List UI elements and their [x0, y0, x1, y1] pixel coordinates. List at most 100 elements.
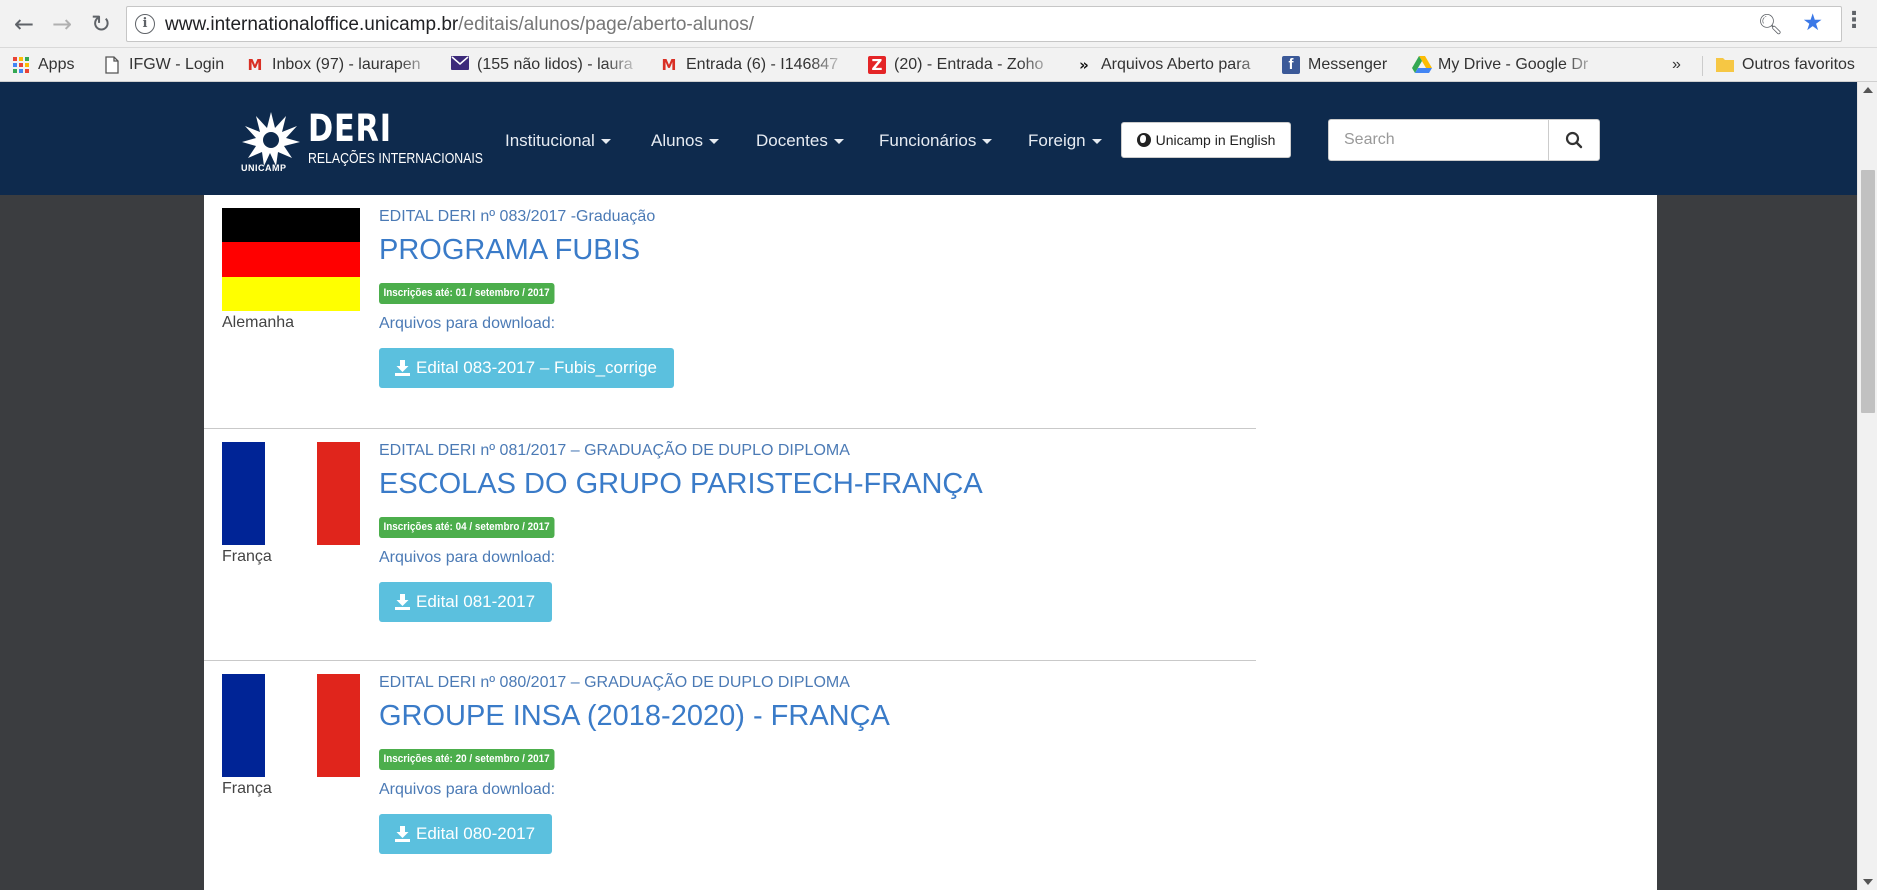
bookmark-nao-lidos[interactable]: (155 não lidos) - laura [451, 54, 643, 76]
bookmark-arquivos[interactable]: » Arquivos Aberto para [1075, 54, 1275, 76]
nav-label: Alunos [651, 131, 703, 150]
edital-entry: França EDITAL DERI nº 081/2017 – GRADUAÇ… [204, 428, 1256, 662]
logo-unicamp-text: UNICAMP [241, 163, 287, 173]
search-button[interactable] [1548, 119, 1600, 161]
france-flag-image [222, 442, 360, 545]
unicamp-in-english-button[interactable]: Unicamp in English [1121, 122, 1291, 158]
bookmark-label: Messenger [1308, 56, 1388, 73]
program-title-link[interactable]: PROGRAMA FUBIS [379, 234, 640, 267]
germany-flag-image [222, 208, 360, 311]
zoom-icon[interactable]: 🔍︎ [1758, 12, 1783, 36]
bookmark-zoho[interactable]: Z (20) - Entrada - Zoho [868, 54, 1058, 76]
gmail-icon: M [247, 56, 263, 74]
country-label: Alemanha [222, 314, 295, 331]
edital-code: EDITAL DERI nº 080/2017 – GRADUAÇÃO DE D… [379, 674, 850, 691]
logo-title: DERI [308, 107, 392, 150]
nav-label: Institucional [505, 131, 595, 150]
caret-down-icon [982, 139, 993, 145]
bookmark-label: Inbox (97) - laurapen [272, 56, 421, 73]
bookmark-label: (20) - Entrada - Zoho [894, 56, 1044, 73]
info-icon[interactable]: i [135, 14, 155, 34]
bookmark-label: Apps [38, 56, 75, 73]
download-button-label: Edital 081-2017 [416, 592, 536, 611]
search-input[interactable] [1328, 119, 1548, 161]
page-scrollbar[interactable] [1857, 82, 1877, 890]
gmail-icon: M [661, 56, 677, 74]
download-edital-button[interactable]: Edital 081-2017 [379, 582, 553, 622]
download-icon [395, 360, 410, 376]
bookmark-entrada[interactable]: M Entrada (6) - I146847 [660, 54, 848, 76]
bookmark-my-drive[interactable]: My Drive - Google Dr [1412, 54, 1602, 76]
download-button-label: Edital 080-2017 [416, 824, 536, 843]
bookmark-label: My Drive - Google Dr [1438, 56, 1589, 73]
forward-arrow-icon[interactable]: → [48, 10, 76, 38]
bookmark-label: Arquivos Aberto para [1101, 56, 1251, 73]
download-label: Arquivos para download: [379, 781, 556, 798]
bookmarks-bar: Apps IFGW - Login M Inbox (97) - laurape… [0, 48, 1877, 82]
download-icon [395, 826, 410, 842]
zoho-icon: Z [868, 56, 886, 74]
nav-foreign[interactable]: Foreign [1028, 131, 1102, 151]
france-flag-image [222, 674, 360, 777]
lang-button-label: Unicamp in English [1155, 132, 1276, 148]
bookmark-label: Outros favoritos [1742, 56, 1855, 73]
unicamp-logo-icon[interactable] [240, 108, 302, 170]
caret-down-icon [833, 139, 844, 145]
facebook-icon: f [1282, 56, 1300, 74]
browser-menu-icon[interactable]: ⋮ [1843, 8, 1865, 33]
download-edital-button[interactable]: Edital 080-2017 [379, 814, 553, 854]
nav-funcionarios[interactable]: Funcionários [879, 131, 993, 151]
nav-docentes[interactable]: Docentes [756, 131, 844, 151]
bookmark-star-icon[interactable]: ★ [1802, 10, 1823, 36]
caret-down-icon [600, 139, 611, 145]
program-title-link[interactable]: ESCOLAS DO GRUPO PARISTECH-FRANÇA [379, 468, 983, 501]
bookmark-inbox-gmail[interactable]: M Inbox (97) - laurapen [246, 54, 436, 76]
url-path: /editais/alunos/page/aberto-alunos/ [458, 14, 755, 35]
url-domain: www.internationaloffice.unicamp.br [165, 14, 459, 35]
nav-institucional[interactable]: Institucional [505, 131, 611, 151]
nav-alunos[interactable]: Alunos [651, 131, 719, 151]
scroll-up-arrow-icon[interactable] [1863, 87, 1873, 93]
deadline-badge: Inscrições até: 04 / setembro / 2017 [379, 517, 555, 538]
apps-grid-icon [12, 56, 30, 74]
nav-label: Docentes [756, 131, 828, 150]
bookmarks-divider [1702, 56, 1703, 76]
scroll-thumb[interactable] [1861, 170, 1875, 413]
main-content: Alemanha EDITAL DERI nº 083/2017 -Gradua… [204, 195, 1657, 890]
mail-envelope-icon [451, 56, 469, 74]
country-label: França [222, 548, 272, 565]
scroll-down-arrow-icon[interactable] [1863, 879, 1873, 885]
program-title-link[interactable]: GROUPE INSA (2018-2020) - FRANÇA [379, 700, 890, 733]
reload-icon[interactable]: ↻ [87, 10, 115, 38]
browser-toolbar: ← → ↻ i www.internationaloffice.unicamp.… [0, 0, 1877, 48]
google-drive-icon [1412, 56, 1432, 74]
edital-entry: França EDITAL DERI nº 080/2017 – GRADUAÇ… [204, 660, 1256, 890]
edital-code: EDITAL DERI nº 081/2017 – GRADUAÇÃO DE D… [379, 442, 850, 459]
page-icon [103, 56, 121, 74]
download-label: Arquivos para download: [379, 549, 556, 566]
url-text[interactable]: www.internationaloffice.unicamp.br/edita… [165, 14, 754, 36]
site-header: DERI RELAÇÕES INTERNACIONAIS UNICAMP Ins… [0, 82, 1857, 195]
bookmark-apps[interactable]: Apps [12, 54, 92, 76]
globe-icon [1136, 133, 1151, 147]
bookmark-label: IFGW - Login [129, 56, 225, 73]
bookmarks-overflow-button[interactable]: » [1672, 54, 1692, 76]
country-label: França [222, 780, 272, 797]
bookmark-messenger[interactable]: f Messenger [1282, 54, 1402, 76]
deadline-badge: Inscrições até: 20 / setembro / 2017 [379, 749, 555, 770]
download-edital-button[interactable]: Edital 083-2017 – Fubis_corrige [379, 348, 674, 388]
download-button-label: Edital 083-2017 – Fubis_corrige [416, 358, 657, 377]
edital-code: EDITAL DERI nº 083/2017 -Graduação [379, 208, 656, 225]
nav-label: Funcionários [879, 131, 977, 150]
address-bar[interactable]: i www.internationaloffice.unicamp.br/edi… [126, 6, 1842, 42]
bookmark-ifgw-login[interactable]: IFGW - Login [103, 54, 233, 76]
bookmark-outros-favoritos[interactable]: Outros favoritos [1716, 54, 1866, 76]
edital-entry: Alemanha EDITAL DERI nº 083/2017 -Gradua… [204, 195, 1256, 429]
double-chevron-icon: » [1079, 56, 1089, 74]
nav-label: Foreign [1028, 131, 1086, 150]
back-arrow-icon[interactable]: ← [10, 10, 38, 38]
search-icon [1565, 131, 1583, 149]
folder-icon [1716, 56, 1734, 74]
bookmark-label: Entrada (6) - I146847 [686, 56, 839, 73]
caret-down-icon [708, 139, 719, 145]
